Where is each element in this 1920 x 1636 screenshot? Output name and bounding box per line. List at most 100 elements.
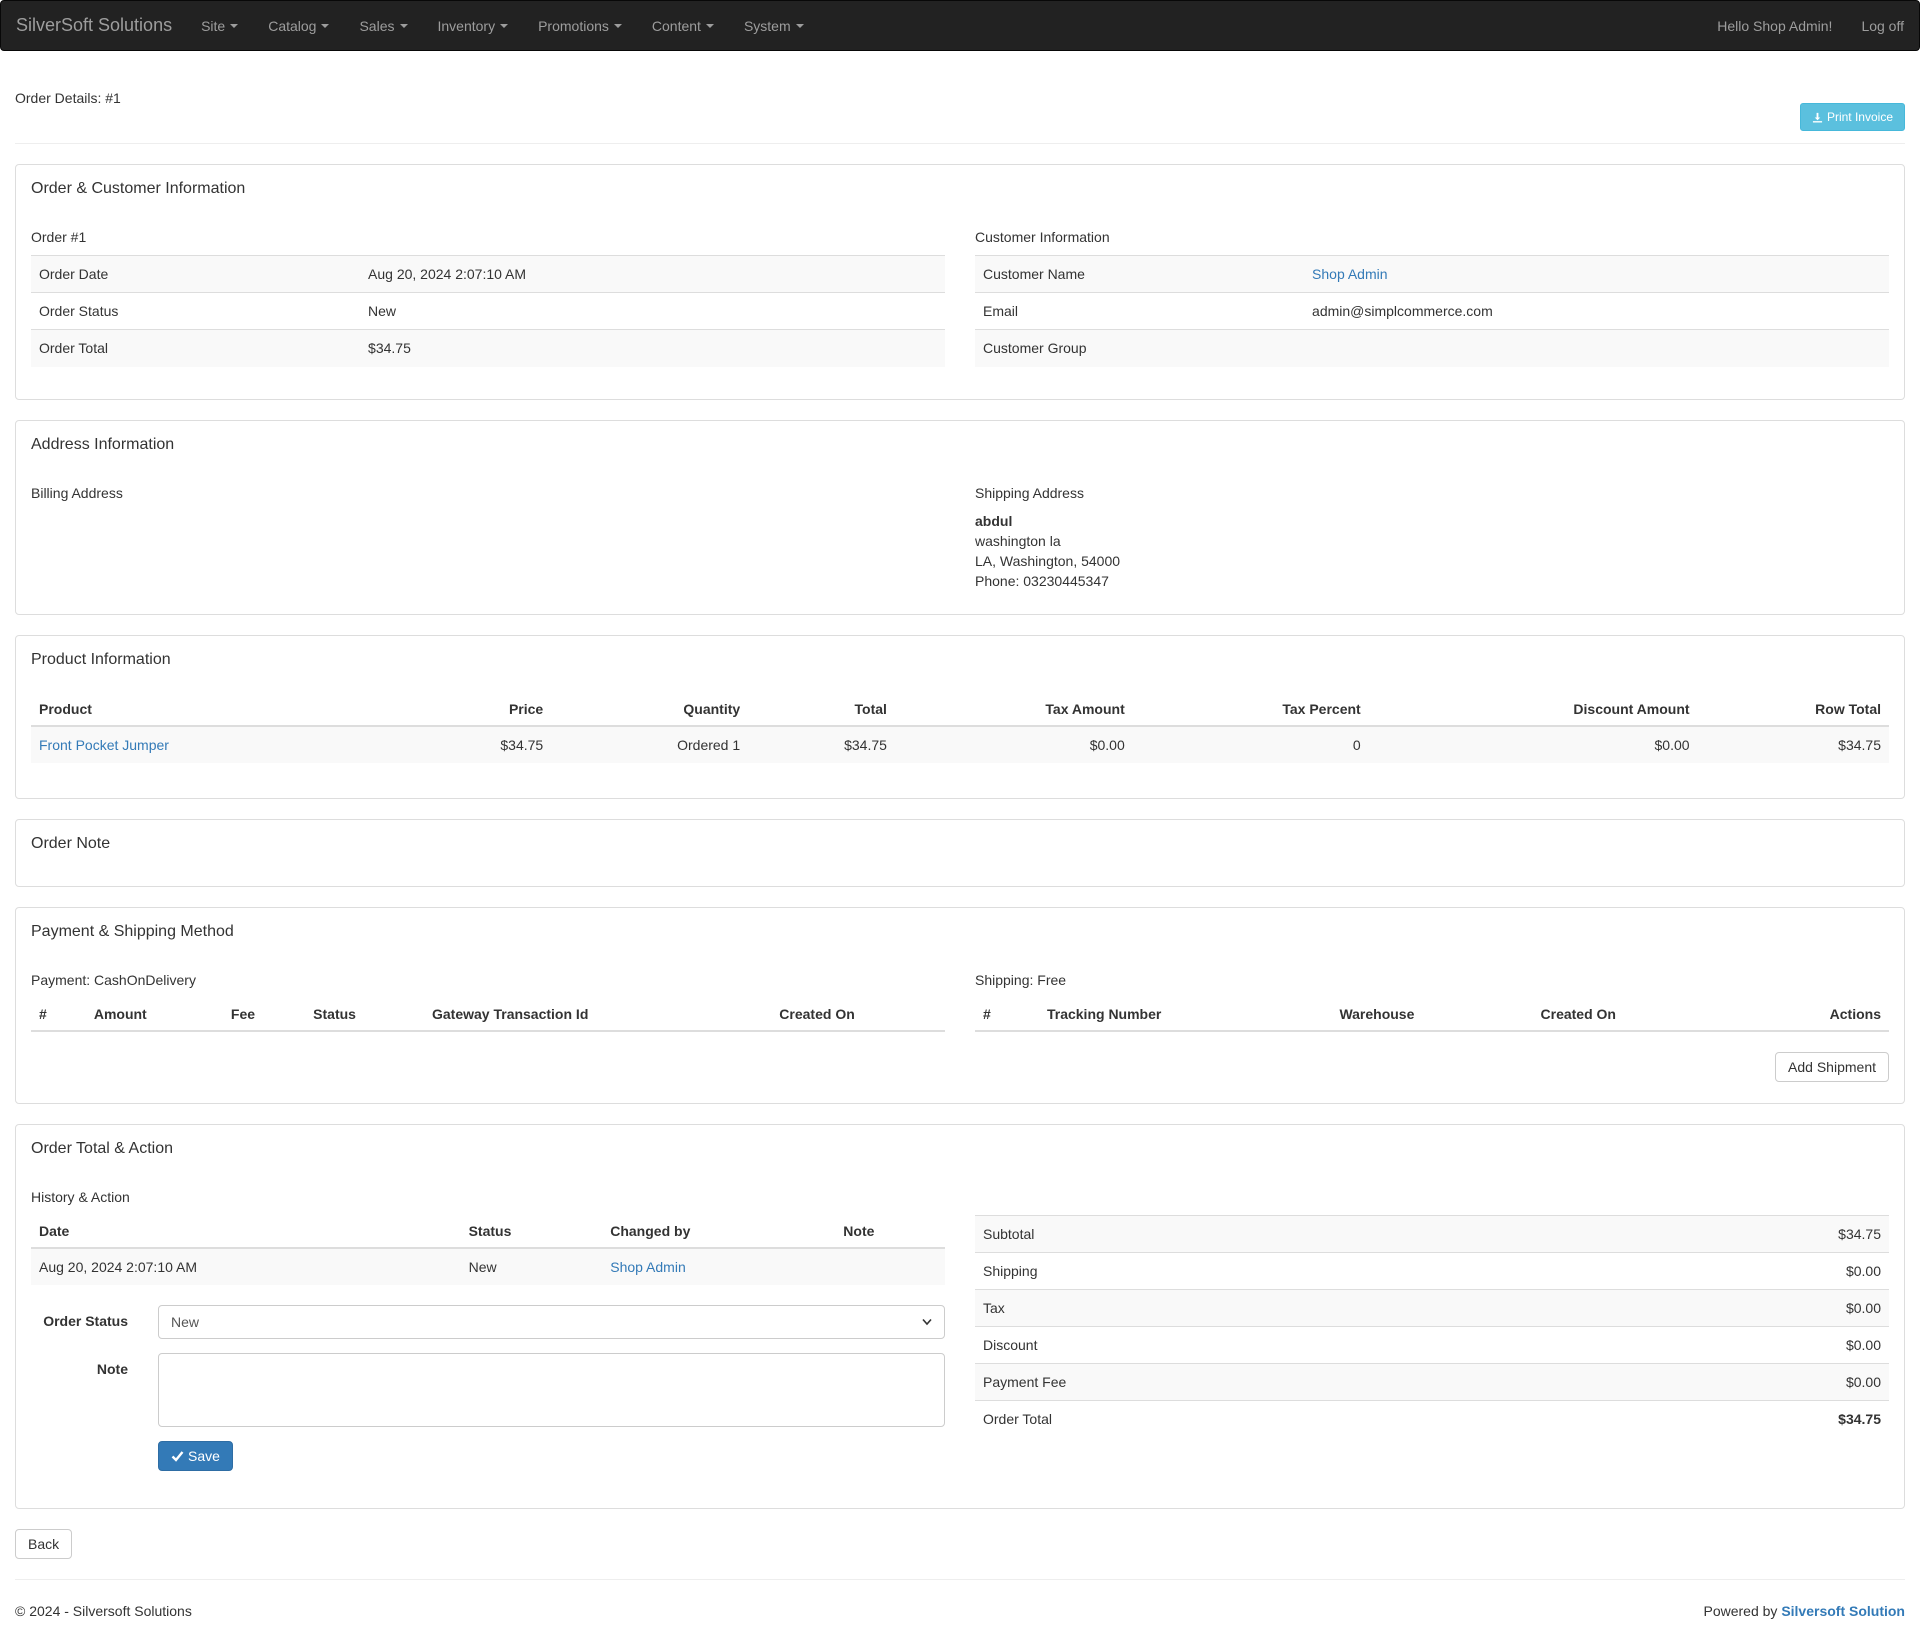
save-button[interactable]: Save — [158, 1441, 233, 1471]
save-form-row: Save — [31, 1441, 945, 1471]
nav-menu-promotions[interactable]: Promotions — [523, 18, 637, 34]
table-row: Aug 20, 2024 2:07:10 AM New Shop Admin — [31, 1247, 945, 1285]
order-heading: Order #1 — [31, 229, 87, 245]
add-shipment-button[interactable]: Add Shipment — [1775, 1052, 1889, 1082]
payment-fee-value: $0.00 — [1548, 1363, 1889, 1401]
payment-heading: Payment: CashOnDelivery — [31, 972, 196, 988]
shipments-table: # Tracking Number Warehouse Created On A… — [975, 998, 1889, 1032]
column-header: Status — [305, 998, 424, 1032]
footer: © 2024 - Silversoft Solutions Powered by… — [15, 1579, 1905, 1619]
table-cell: $0.00 — [894, 725, 1133, 763]
table-row: Customer Name Shop Admin — [975, 255, 1889, 293]
table-cell: $0.00 — [1368, 725, 1698, 763]
caret-down-icon — [795, 23, 804, 28]
changed-by-link[interactable]: Shop Admin — [610, 1259, 686, 1275]
nav-menu-system[interactable]: System — [729, 18, 819, 34]
nav-menu-catalog[interactable]: Catalog — [253, 18, 344, 34]
copyright-text: © 2024 - Silversoft Solutions — [15, 1603, 192, 1619]
nav-menu-label: Inventory — [437, 17, 496, 34]
column-header: Product — [31, 693, 422, 727]
column-header: Created On — [771, 998, 945, 1032]
column-header: Note — [835, 1215, 945, 1249]
table-cell: Ordered 1 — [551, 725, 749, 763]
column-header: Price — [421, 693, 552, 727]
column-header: Fee — [222, 998, 306, 1032]
nav-menu-label: Promotions — [538, 17, 609, 34]
order-total-panel: Order Total & Action History & Action Da… — [15, 1124, 1905, 1509]
check-icon — [171, 1451, 184, 1462]
column-header: # — [975, 998, 1039, 1032]
nav-menu-label: Catalog — [268, 17, 317, 34]
tax-value: $0.00 — [1548, 1289, 1889, 1327]
column-header: Warehouse — [1331, 998, 1533, 1032]
powered-by: Powered by Silversoft Solution — [1703, 1603, 1905, 1619]
panel-title: Order Note — [31, 835, 111, 852]
shipping-street: washington la — [975, 533, 1061, 549]
main-container: Order Details: #1 Print Invoice Order & … — [0, 51, 1920, 1619]
table-cell: 0 — [1132, 725, 1369, 763]
shipping-phone: Phone: 03230445347 — [975, 573, 1109, 589]
column-header: Actions — [1733, 998, 1889, 1032]
payment-shipping-panel: Payment & Shipping Method Payment: CashO… — [15, 907, 1905, 1104]
order-status-select[interactable]: New — [158, 1305, 945, 1339]
history-table: Date Status Changed by Note Aug 20, 2024… — [31, 1215, 945, 1285]
order-date-value: Aug 20, 2024 2:07:10 AM — [360, 255, 945, 293]
table-row: Tax $0.00 — [975, 1289, 1889, 1327]
grand-total-label: Order Total — [975, 1400, 1549, 1438]
nav-menu-label: Content — [651, 17, 701, 34]
print-invoice-button[interactable]: Print Invoice — [1799, 103, 1905, 131]
order-note-panel: Order Note — [15, 819, 1905, 887]
order-status-label: Order Status — [31, 292, 361, 330]
order-date-label: Order Date — [31, 255, 361, 293]
panel-title: Address Information — [31, 436, 175, 453]
powered-by-link[interactable]: Silversoft Solution — [1781, 1603, 1905, 1619]
discount-label: Discount — [975, 1326, 1549, 1364]
product-panel: Product Information Product Price Quanti… — [15, 635, 1905, 799]
customer-name-link[interactable]: Shop Admin — [1312, 266, 1388, 282]
save-label: Save — [188, 1448, 220, 1464]
column-header: Total — [748, 693, 895, 727]
nav-menu-sales[interactable]: Sales — [344, 18, 422, 34]
note-field-label: Note — [96, 1361, 128, 1377]
column-header: Tax Percent — [1132, 693, 1369, 727]
brand-link[interactable]: SilverSoft Solutions — [16, 15, 172, 36]
column-header: Row Total — [1697, 693, 1889, 727]
shipping-heading: Shipping: Free — [975, 972, 1067, 988]
panel-title: Product Information — [31, 651, 171, 668]
logoff-link[interactable]: Log off — [1832, 18, 1904, 34]
powered-by-text: Powered by — [1703, 1603, 1778, 1619]
nav-menu-label: Sales — [359, 17, 395, 34]
back-button[interactable]: Back — [15, 1529, 73, 1559]
product-link[interactable]: Front Pocket Jumper — [39, 737, 169, 753]
caret-down-icon — [500, 23, 509, 28]
note-textarea[interactable] — [158, 1353, 945, 1427]
column-header: Quantity — [551, 693, 749, 727]
customer-name-label: Customer Name — [975, 255, 1305, 293]
nav-menu-site[interactable]: Site — [186, 18, 253, 34]
note-form-row: Note — [31, 1353, 945, 1427]
panel-title: Payment & Shipping Method — [31, 923, 234, 940]
nav-menu-content[interactable]: Content — [637, 18, 729, 34]
column-header: Changed by — [602, 1215, 836, 1249]
customer-info-table: Customer Name Shop Admin Email admin@simpl… — [975, 255, 1889, 367]
shipping-name: abdul — [975, 513, 1013, 529]
table-cell: Aug 20, 2024 2:07:10 AM — [31, 1247, 461, 1285]
grand-total-value: $34.75 — [1548, 1400, 1889, 1438]
customer-group-label: Customer Group — [975, 329, 1305, 367]
nav-menu-label: Site — [201, 17, 226, 34]
table-row: Discount $0.00 — [975, 1326, 1889, 1364]
page-title: Order Details: #1 — [15, 90, 121, 106]
panel-title: Order Total & Action — [31, 1140, 173, 1157]
nav-menu-label: System — [743, 17, 791, 34]
nav-menu-inventory[interactable]: Inventory — [423, 18, 524, 34]
customer-group-value — [1304, 329, 1889, 367]
order-status-value: New — [360, 292, 945, 330]
shipping-address-heading: Shipping Address — [975, 485, 1084, 501]
powered-by-link-label: Silversoft Solution — [1781, 1603, 1905, 1619]
table-row: Payment Fee $0.00 — [975, 1363, 1889, 1401]
payment-fee-label: Payment Fee — [975, 1363, 1549, 1401]
order-total-value: $34.75 — [360, 329, 945, 367]
account-greeting-link[interactable]: Hello Shop Admin! — [1702, 18, 1832, 34]
page-header: Order Details: #1 Print Invoice — [15, 51, 1905, 144]
billing-address-heading: Billing Address — [31, 485, 123, 501]
